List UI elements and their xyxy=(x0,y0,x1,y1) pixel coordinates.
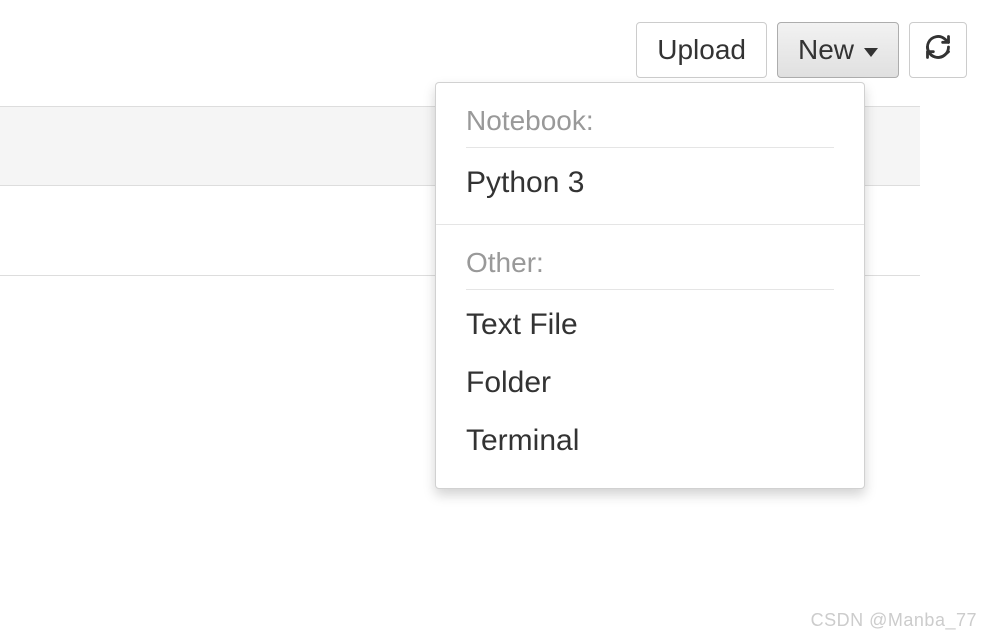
dropdown-item-terminal[interactable]: Terminal xyxy=(436,412,864,470)
upload-button[interactable]: Upload xyxy=(636,22,767,78)
divider xyxy=(436,224,864,225)
watermark: CSDN @Manba_77 xyxy=(811,610,977,631)
refresh-icon xyxy=(924,33,952,68)
dropdown-header-notebook: Notebook: xyxy=(436,91,864,141)
divider xyxy=(466,289,834,290)
toolbar: Upload New xyxy=(636,22,967,78)
divider xyxy=(466,147,834,148)
dropdown-item-textfile[interactable]: Text File xyxy=(436,296,864,354)
dropdown-item-python3[interactable]: Python 3 xyxy=(436,154,864,212)
caret-down-icon xyxy=(864,48,878,57)
dropdown-header-other: Other: xyxy=(436,233,864,283)
new-dropdown-menu: Notebook: Python 3 Other: Text File Fold… xyxy=(435,82,865,489)
refresh-button[interactable] xyxy=(909,22,967,78)
new-button[interactable]: New xyxy=(777,22,899,78)
dropdown-item-folder[interactable]: Folder xyxy=(436,354,864,412)
new-button-label: New xyxy=(798,34,854,66)
